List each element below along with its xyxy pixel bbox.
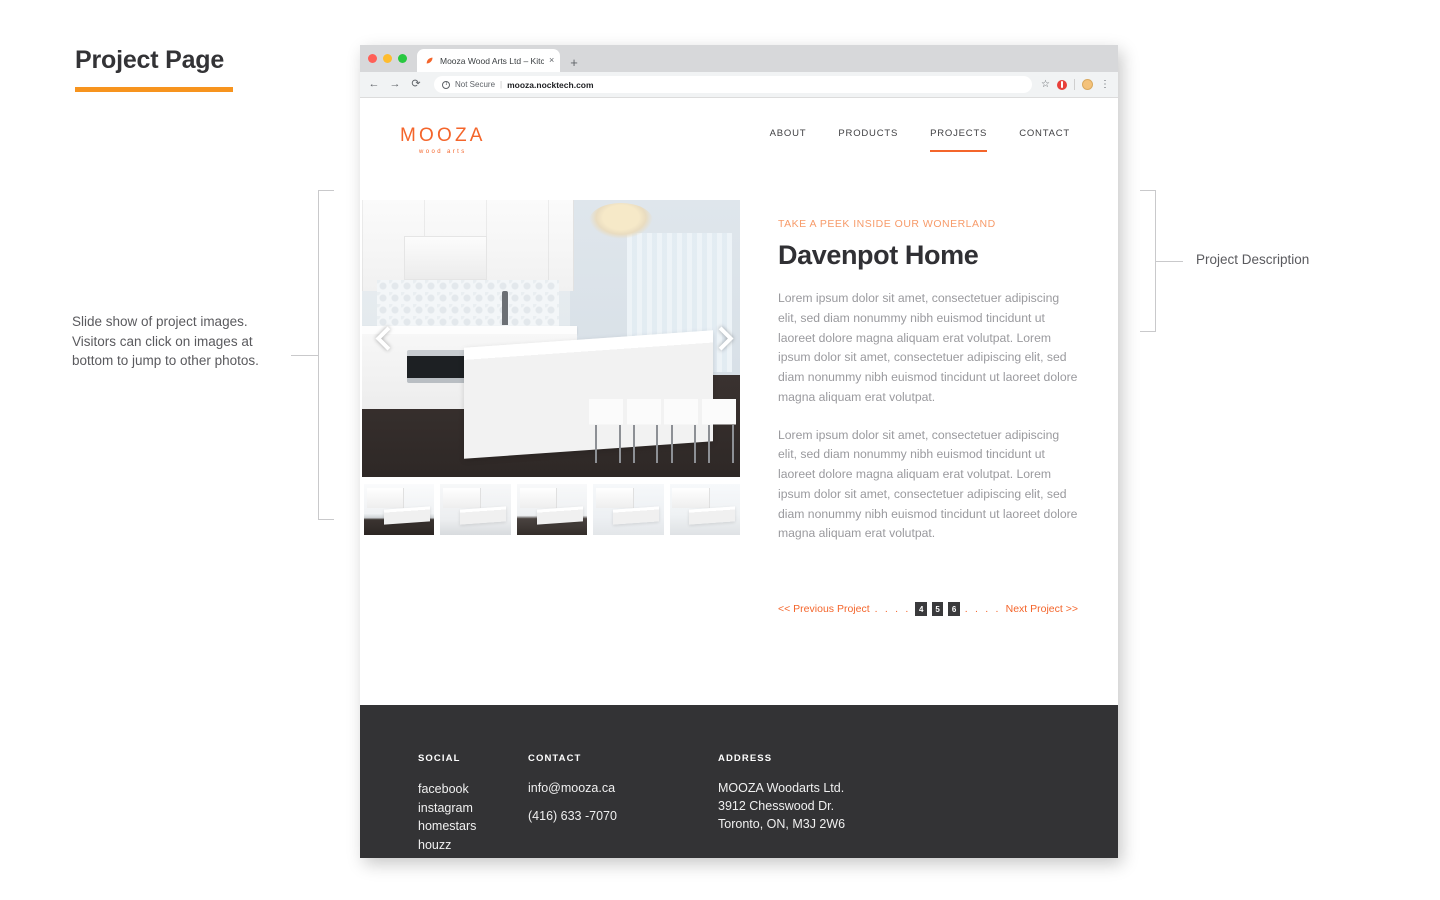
browser-menu-icon[interactable]: ⋮ <box>1100 80 1110 90</box>
thumbnail-item[interactable] <box>364 484 435 535</box>
footer-link-instagram[interactable]: instagram <box>418 799 528 818</box>
nav-item-products[interactable]: PRODUCTS <box>838 128 898 152</box>
nav-item-projects[interactable]: PROJECTS <box>930 128 988 152</box>
project-pagination: << Previous Project . . . . 4 5 6 . . . … <box>778 602 1078 617</box>
back-icon[interactable]: ← <box>368 79 380 90</box>
thumbnail-item[interactable] <box>440 484 511 535</box>
footer-address-line-1: MOOZA Woodarts Ltd. <box>718 781 845 795</box>
project-gallery <box>360 200 741 705</box>
browser-tab-strip: Mooza Wood Arts Ltd – Kitche × + <box>360 45 1118 72</box>
project-eyebrow-text: TAKE A PEEK INSIDE OUR WONERLAND <box>778 218 996 230</box>
extension-icon[interactable] <box>1057 79 1067 90</box>
pagination-dots-left: . . . . <box>874 603 911 616</box>
previous-project-link[interactable]: << Previous Project <box>778 603 870 615</box>
footer-columns: SOCIAL facebook instagram homestars houz… <box>418 753 1100 854</box>
project-paragraph-2: Lorem ipsum dolor sit amet, consectetuer… <box>778 427 1078 541</box>
project-description: TAKE A PEEK INSIDE OUR WONERLAND Davenpo… <box>778 200 1078 705</box>
toolbar-divider <box>1074 79 1075 90</box>
maximize-window-button[interactable] <box>398 54 407 63</box>
site-logo-sub: wood arts <box>419 149 467 155</box>
footer-address-line-2: 3912 Chesswood Dr. <box>718 798 835 813</box>
footer-link-houzz[interactable]: houzz <box>418 836 528 855</box>
footer-heading-address: ADDRESS <box>718 753 773 764</box>
page-title: Project Page <box>75 46 233 92</box>
footer-address-line-3: Toronto, ON, M3J 2W6 <box>718 816 846 831</box>
slideshow-thumbnail-strip <box>362 484 741 535</box>
browser-window: Mooza Wood Arts Ltd – Kitche × + ← → ⟳ N… <box>360 45 1118 858</box>
next-project-link[interactable]: Next Project >> <box>1006 603 1078 615</box>
omnibox-separator: | <box>500 80 503 89</box>
close-window-button[interactable] <box>368 54 377 63</box>
hero-image-artwork <box>362 200 740 477</box>
pagination-dots-right: . . . . <box>964 603 1001 616</box>
site-footer: SOCIAL facebook instagram homestars houz… <box>360 705 1118 858</box>
security-status-label: Not Secure <box>455 80 496 89</box>
address-bar-url: mooza.nocktech.com <box>507 79 594 90</box>
thumbnail-item[interactable] <box>669 484 741 535</box>
forward-icon[interactable]: → <box>389 79 401 90</box>
footer-link-homestars[interactable]: homestars <box>418 817 528 836</box>
project-title: Davenpot Home <box>778 240 979 270</box>
site-navigation: ABOUT PRODUCTS PROJECTS CONTACT <box>770 128 1070 152</box>
minimize-window-button[interactable] <box>383 54 392 63</box>
new-tab-icon[interactable]: + <box>570 56 578 69</box>
annotation-bracket-right-tick <box>1155 261 1183 262</box>
slideshow-hero-image[interactable] <box>362 200 740 477</box>
nav-item-contact[interactable]: CONTACT <box>1019 128 1070 152</box>
annotation-note-description: Project Description <box>1196 252 1310 267</box>
footer-column-contact: CONTACT info@mooza.ca (416) 633 -7070 <box>528 753 718 854</box>
footer-column-address: ADDRESS MOOZA Woodarts Ltd. 3912 Chesswo… <box>718 753 938 854</box>
page-main-content: TAKE A PEEK INSIDE OUR WONERLAND Davenpo… <box>360 182 1118 705</box>
browser-tab-title: Mooza Wood Arts Ltd – Kitche <box>440 55 544 66</box>
close-tab-icon[interactable]: × <box>549 56 554 65</box>
annotation-bracket-left-tick <box>291 355 319 356</box>
page-title-text: Project Page <box>75 46 225 74</box>
annotation-note-slideshow: Slide show of project images. Visitors c… <box>72 314 259 369</box>
site-logo[interactable]: MOOZA wood arts <box>400 125 486 155</box>
annotation-bracket-right <box>1140 190 1183 332</box>
footer-contact-email[interactable]: info@mooza.ca <box>528 780 718 798</box>
project-paragraph-1: Lorem ipsum dolor sit amet, consectetuer… <box>778 291 1078 404</box>
footer-heading-social: SOCIAL <box>418 753 461 764</box>
page-title-underline <box>75 87 233 92</box>
profile-avatar-icon[interactable] <box>1082 79 1093 90</box>
slideshow-next-arrow-icon[interactable] <box>706 319 736 359</box>
window-traffic-lights <box>368 45 417 72</box>
browser-toolbar-actions: ☆ ⋮ <box>1041 79 1110 90</box>
footer-column-social: SOCIAL facebook instagram homestars houz… <box>418 753 528 854</box>
reload-icon[interactable]: ⟳ <box>410 79 422 90</box>
footer-heading-contact: CONTACT <box>528 753 582 764</box>
footer-link-facebook[interactable]: facebook <box>418 780 528 799</box>
annotation-bracket-left <box>291 190 334 520</box>
pagination-page-4[interactable]: 4 <box>915 602 927 617</box>
address-bar[interactable]: Not Secure | mooza.nocktech.com <box>434 76 1033 93</box>
thumbnail-item[interactable] <box>593 484 664 535</box>
site-header: MOOZA wood arts ABOUT PRODUCTS PROJECTS … <box>360 98 1118 182</box>
site-favicon <box>426 57 433 63</box>
footer-contact-phone[interactable]: (416) 633 -7070 <box>528 808 718 826</box>
pagination-page-6[interactable]: 6 <box>948 602 960 617</box>
thumbnail-item[interactable] <box>516 484 588 535</box>
bookmark-star-icon[interactable]: ☆ <box>1041 79 1050 90</box>
site-logo-main: MOOZA <box>400 125 486 146</box>
browser-toolbar: ← → ⟳ Not Secure | mooza.nocktech.com ☆ … <box>360 72 1118 98</box>
pagination-page-5[interactable]: 5 <box>931 602 944 617</box>
slideshow-prev-arrow-icon[interactable] <box>372 319 402 359</box>
info-icon[interactable] <box>442 80 450 89</box>
browser-tab[interactable]: Mooza Wood Arts Ltd – Kitche × <box>417 49 561 72</box>
nav-item-about[interactable]: ABOUT <box>770 128 807 152</box>
